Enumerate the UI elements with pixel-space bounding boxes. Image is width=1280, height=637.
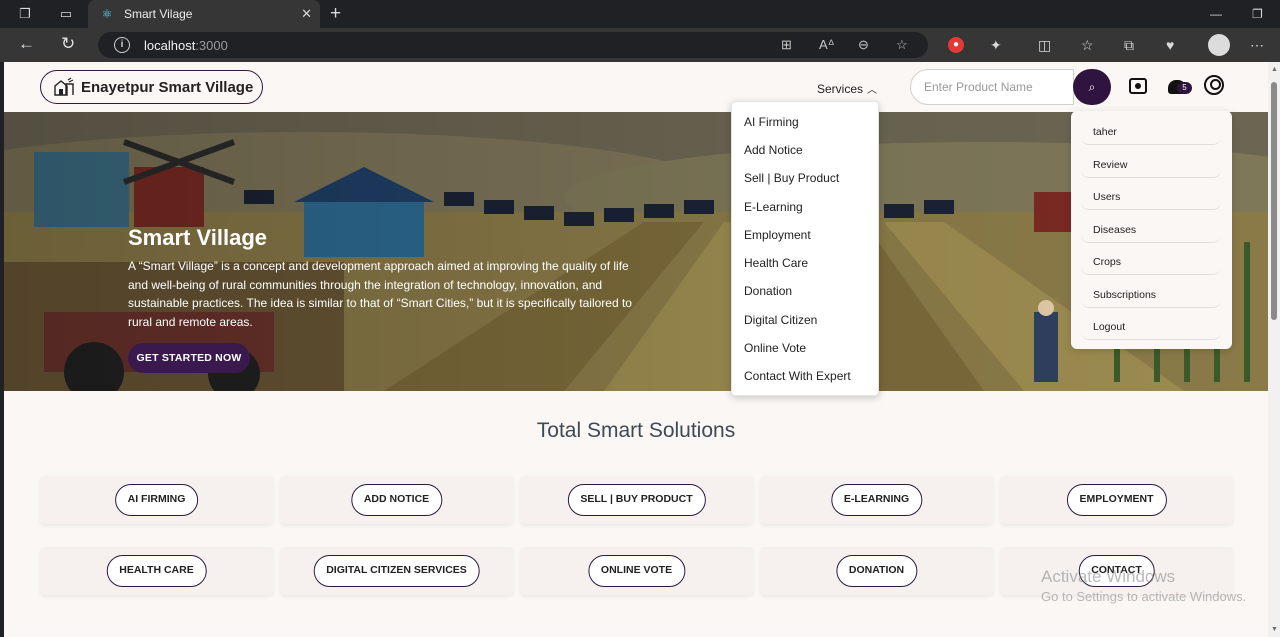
restore-icon[interactable]: ❐: [1252, 5, 1263, 23]
employment-button[interactable]: EMPLOYMENT: [1066, 484, 1167, 516]
user-menu-crops[interactable]: Crops: [1081, 249, 1221, 275]
hero-title: Smart Village: [128, 225, 267, 250]
services-menu-toggle[interactable]: Services ︿: [817, 81, 877, 96]
solution-card: AI FIRMING: [40, 476, 273, 524]
back-icon[interactable]: ←: [18, 34, 35, 54]
favorite-star-icon[interactable]: ☆: [896, 37, 908, 53]
digital-citizen-services-button[interactable]: DIGITAL CITIZEN SERVICES: [313, 555, 480, 587]
solutions-title: Total Smart Solutions: [536, 419, 736, 442]
page-scrollbar[interactable]: ▲ ▼: [1268, 62, 1280, 637]
info-icon[interactable]: i: [114, 37, 130, 53]
user-menu-review[interactable]: Review: [1081, 152, 1221, 178]
workspaces-icon[interactable]: ❐: [16, 5, 34, 23]
tab-actions-icon[interactable]: ▭: [57, 5, 75, 23]
url-host: localhost: [144, 38, 196, 53]
activation-watermark-subtitle: Go to Settings to activate Windows.: [1041, 589, 1247, 604]
donation-button[interactable]: DONATION: [835, 555, 918, 587]
ai-firming-button[interactable]: AI FIRMING: [114, 484, 199, 516]
user-menu-diseases[interactable]: Diseases: [1081, 217, 1221, 243]
dropdown-item-digital-citizen[interactable]: Digital Citizen: [744, 313, 817, 327]
user-menu-username[interactable]: taher: [1081, 119, 1221, 145]
e-learning-button[interactable]: E-LEARNING: [830, 484, 923, 516]
user-menu-logout[interactable]: Logout: [1081, 314, 1221, 340]
react-icon: ⚛: [101, 7, 113, 21]
village-logo-icon: [54, 77, 74, 96]
dropdown-item-sell-buy-product[interactable]: Sell | Buy Product: [744, 171, 839, 185]
page-viewport: Enayetpur Smart Village Services︿ ⌕ 5: [4, 62, 1268, 637]
dropdown-item-e-learning[interactable]: E-Learning: [744, 200, 803, 214]
logo-link[interactable]: Enayetpur Smart Village: [40, 70, 263, 104]
dropdown-item-employment[interactable]: Employment: [744, 228, 811, 242]
address-bar[interactable]: i localhost:3000 ⊞ Aᐞ ⊖ ☆: [98, 32, 928, 58]
browser-essentials-icon[interactable]: ♥: [1166, 36, 1174, 54]
read-aloud-icon[interactable]: Aᐞ: [819, 37, 835, 53]
solution-card: ONLINE VOTE: [520, 547, 753, 595]
scroll-down-arrow-icon[interactable]: ▼: [1271, 626, 1278, 633]
solution-card: DONATION: [760, 547, 993, 595]
cart-icon[interactable]: [1129, 78, 1147, 94]
url-port: :3000: [195, 38, 228, 53]
solution-card: EMPLOYMENT: [1000, 476, 1233, 524]
user-menu-subscriptions[interactable]: Subscriptions: [1081, 282, 1221, 308]
online-vote-button[interactable]: ONLINE VOTE: [587, 555, 686, 587]
browser-tab[interactable]: ⚛ Smart Vilage ✕: [88, 0, 320, 28]
user-menu-users[interactable]: Users: [1081, 184, 1221, 210]
browser-window: ❐ ▭ ⚛ Smart Vilage ✕ + — ❐ ← ↻ i localho…: [0, 0, 1280, 637]
solution-card: DIGITAL CITIZEN SERVICES: [280, 547, 513, 595]
logo-text: Enayetpur Smart Village: [81, 79, 254, 96]
services-dropdown: AI Firming Add Notice Sell | Buy Product…: [731, 101, 879, 396]
hero-description: A “Smart Village” is a concept and devel…: [128, 259, 632, 329]
tab-title: Smart Vilage: [124, 7, 193, 21]
scroll-up-arrow-icon[interactable]: ▲: [1271, 66, 1278, 73]
solution-card: ADD NOTICE: [280, 476, 513, 524]
solution-card: SELL | BUY PRODUCT: [520, 476, 753, 524]
user-account-icon[interactable]: [1204, 75, 1224, 95]
zoom-out-icon[interactable]: ⊖: [858, 37, 869, 53]
refresh-icon[interactable]: ↻: [61, 34, 75, 54]
notification-badge: 5: [1177, 82, 1192, 94]
health-care-button[interactable]: HEALTH CARE: [106, 555, 207, 587]
url-text: localhost:3000: [144, 38, 228, 53]
app-install-icon[interactable]: ⊞: [781, 37, 792, 53]
collections-icon[interactable]: ⧉: [1124, 36, 1134, 54]
search-button[interactable]: ⌕: [1073, 69, 1111, 105]
split-screen-icon[interactable]: ◫: [1038, 36, 1051, 54]
new-tab-icon[interactable]: +: [330, 4, 341, 24]
get-started-button[interactable]: GET STARTED NOW: [128, 343, 250, 373]
solution-card: E-LEARNING: [760, 476, 993, 524]
site-navbar: Enayetpur Smart Village Services︿ ⌕ 5: [4, 62, 1268, 112]
extension-icon[interactable]: ●: [948, 37, 964, 53]
add-notice-button[interactable]: ADD NOTICE: [350, 484, 443, 516]
profile-avatar[interactable]: [1208, 34, 1230, 56]
services-label: Services: [817, 82, 864, 96]
dropdown-item-health-care[interactable]: Health Care: [744, 256, 808, 270]
more-menu-icon[interactable]: ⋯: [1250, 36, 1264, 54]
user-menu-dropdown: taher Review Users Diseases Crops Subscr…: [1071, 111, 1232, 349]
tab-strip: ❐ ▭ ⚛ Smart Vilage ✕ + — ❐: [0, 0, 1280, 28]
dropdown-item-contact-expert[interactable]: Contact With Expert: [744, 369, 851, 383]
chevron-up-icon: ︿: [867, 85, 878, 96]
dropdown-item-donation[interactable]: Donation: [744, 284, 792, 298]
close-tab-icon[interactable]: ✕: [301, 5, 312, 23]
dropdown-item-ai-firming[interactable]: AI Firming: [744, 115, 799, 129]
browser-toolbar: ← ↻ i localhost:3000 ⊞ Aᐞ ⊖ ☆ ● ✦ ◫ ☆ ⧉ …: [0, 28, 1280, 62]
scrollbar-thumb[interactable]: [1271, 82, 1277, 320]
sell-buy-product-button[interactable]: SELL | BUY PRODUCT: [567, 484, 706, 516]
favorites-icon[interactable]: ☆: [1081, 36, 1094, 54]
solution-card: HEALTH CARE: [40, 547, 273, 595]
product-search-input[interactable]: [910, 69, 1074, 105]
minimize-icon[interactable]: —: [1210, 5, 1222, 23]
activation-watermark-title: Activate Windows: [1041, 567, 1176, 586]
dropdown-item-add-notice[interactable]: Add Notice: [744, 143, 803, 157]
search-icon: ⌕: [1088, 80, 1096, 94]
dropdown-item-online-vote[interactable]: Online Vote: [744, 341, 806, 355]
extensions-puzzle-icon[interactable]: ✦: [990, 36, 1002, 54]
